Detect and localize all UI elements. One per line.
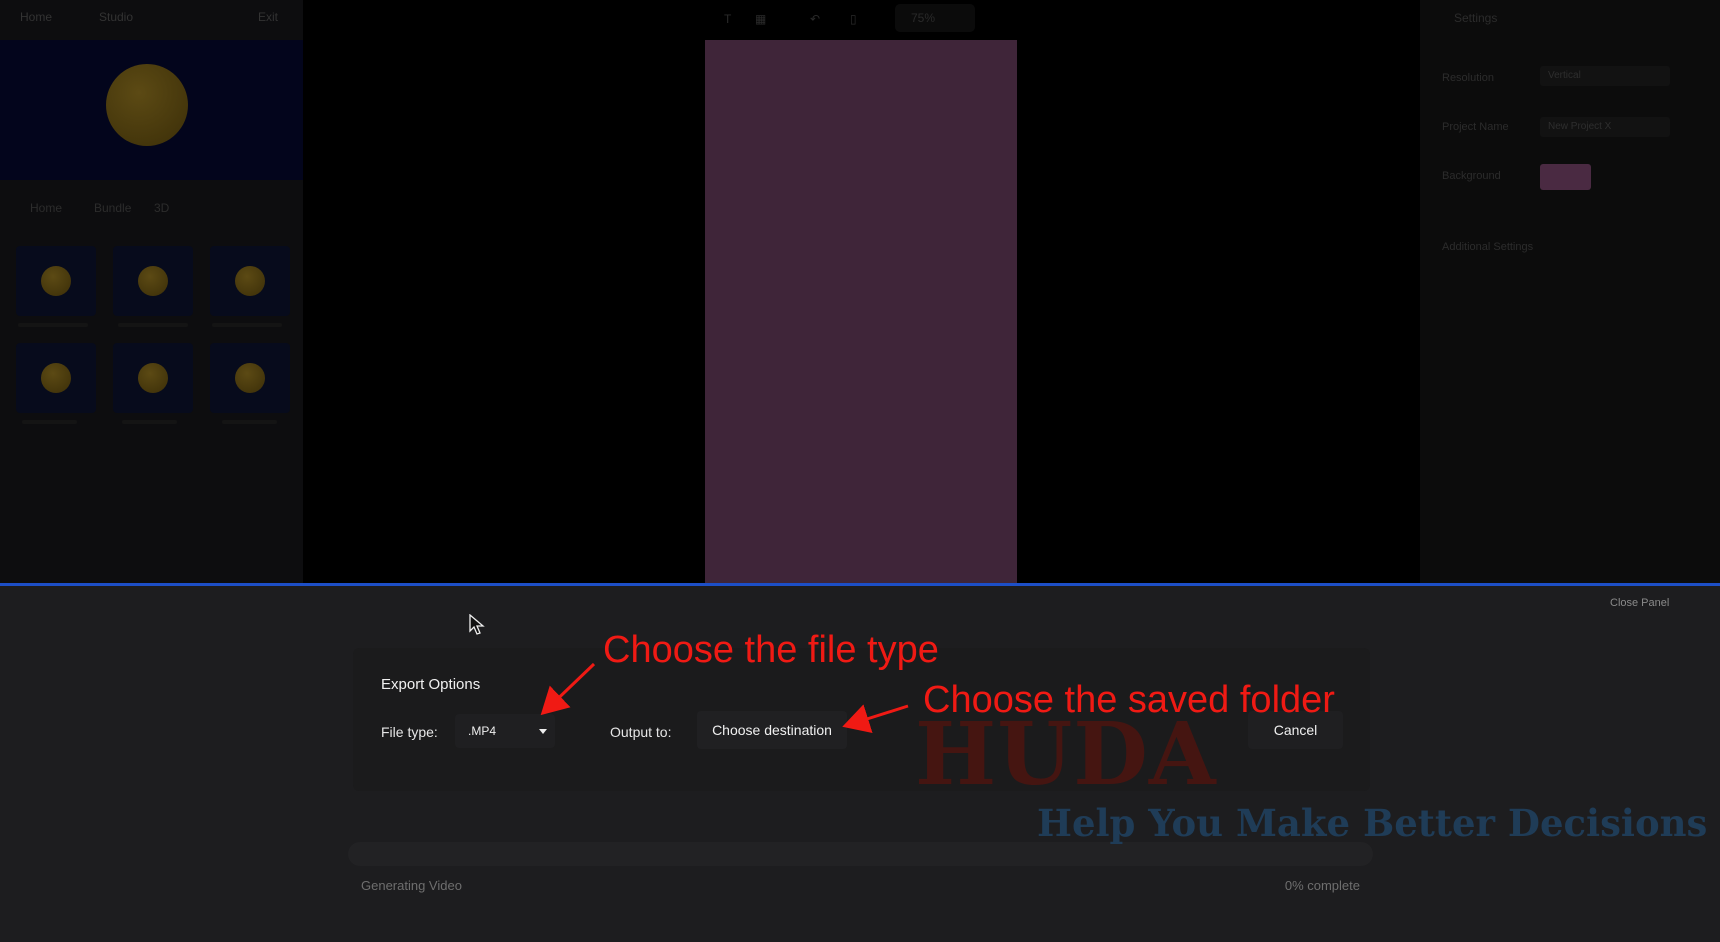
emoji-caption bbox=[18, 323, 88, 327]
emoji-caption bbox=[22, 420, 77, 424]
emoji-tile[interactable] bbox=[16, 343, 96, 413]
emoji-tile[interactable] bbox=[16, 246, 96, 316]
header-home-link[interactable]: Home bbox=[20, 10, 52, 24]
progress-percent-label: 0% complete bbox=[1284, 878, 1360, 893]
video-canvas[interactable] bbox=[705, 40, 1017, 583]
layout-tool-icon[interactable]: ▦ bbox=[755, 12, 766, 26]
text-tool-icon[interactable]: T bbox=[724, 12, 731, 26]
mouse-cursor-icon bbox=[469, 614, 485, 635]
emoji-tile[interactable] bbox=[210, 246, 290, 316]
zoom-select[interactable]: 75% bbox=[895, 4, 975, 32]
emoji-preview-icon bbox=[106, 64, 188, 146]
export-options-title: Export Options bbox=[381, 676, 481, 693]
file-type-label: File type: bbox=[381, 724, 438, 740]
progress-status-label: Generating Video bbox=[361, 878, 462, 893]
close-panel-button[interactable]: Close Panel bbox=[1610, 597, 1720, 609]
progress-bar bbox=[348, 842, 1373, 866]
header-exit-link[interactable]: Exit bbox=[258, 10, 278, 24]
tab-bundle[interactable]: Bundle bbox=[94, 201, 131, 215]
background-color-swatch[interactable] bbox=[1540, 164, 1591, 190]
additional-settings-link[interactable]: Additional Settings bbox=[1442, 241, 1533, 253]
settings-panel: Settings Resolution Vertical Project Nam… bbox=[1420, 0, 1720, 583]
emoji-preview bbox=[0, 40, 303, 180]
project-name-input[interactable]: New Project X bbox=[1540, 117, 1670, 137]
emoji-tile[interactable] bbox=[113, 343, 193, 413]
chevron-down-icon bbox=[539, 729, 547, 734]
file-type-annotation: Choose the file type bbox=[603, 629, 939, 671]
emoji-caption bbox=[122, 420, 177, 424]
zoom-value: 75% bbox=[911, 11, 936, 25]
left-panel-header: Home Studio Exit bbox=[0, 0, 303, 36]
emoji-tile[interactable] bbox=[210, 343, 290, 413]
settings-title: Settings bbox=[1454, 11, 1498, 25]
tab-home[interactable]: Home bbox=[30, 201, 62, 215]
watermark-tagline: Help You Make Better Decisions bbox=[1037, 801, 1708, 845]
folder-annotation: Choose the saved folder bbox=[923, 679, 1335, 721]
file-type-value: .MP4 bbox=[468, 724, 497, 738]
resolution-select[interactable]: Vertical bbox=[1540, 66, 1670, 86]
emoji-caption bbox=[118, 323, 188, 327]
tab-3d[interactable]: 3D bbox=[154, 201, 169, 215]
left-panel: Home Studio Exit Home Bundle 3D bbox=[0, 0, 303, 583]
file-type-select[interactable]: .MP4 bbox=[455, 714, 555, 748]
output-to-label: Output to: bbox=[610, 724, 672, 740]
choose-destination-button[interactable]: Choose destination bbox=[697, 711, 847, 749]
header-studio-link[interactable]: Studio bbox=[99, 10, 133, 24]
resolution-label: Resolution bbox=[1442, 72, 1494, 84]
emoji-caption bbox=[222, 420, 277, 424]
undo-icon[interactable]: ↶ bbox=[810, 12, 820, 26]
delete-icon[interactable]: ▯ bbox=[850, 12, 857, 26]
app-workspace: Home Studio Exit Home Bundle 3D T ▦ ↶ ▯ bbox=[0, 0, 1720, 583]
project-name-label: Project Name bbox=[1442, 121, 1509, 133]
emoji-tile[interactable] bbox=[113, 246, 193, 316]
emoji-caption bbox=[212, 323, 282, 327]
background-label: Background bbox=[1442, 170, 1501, 182]
